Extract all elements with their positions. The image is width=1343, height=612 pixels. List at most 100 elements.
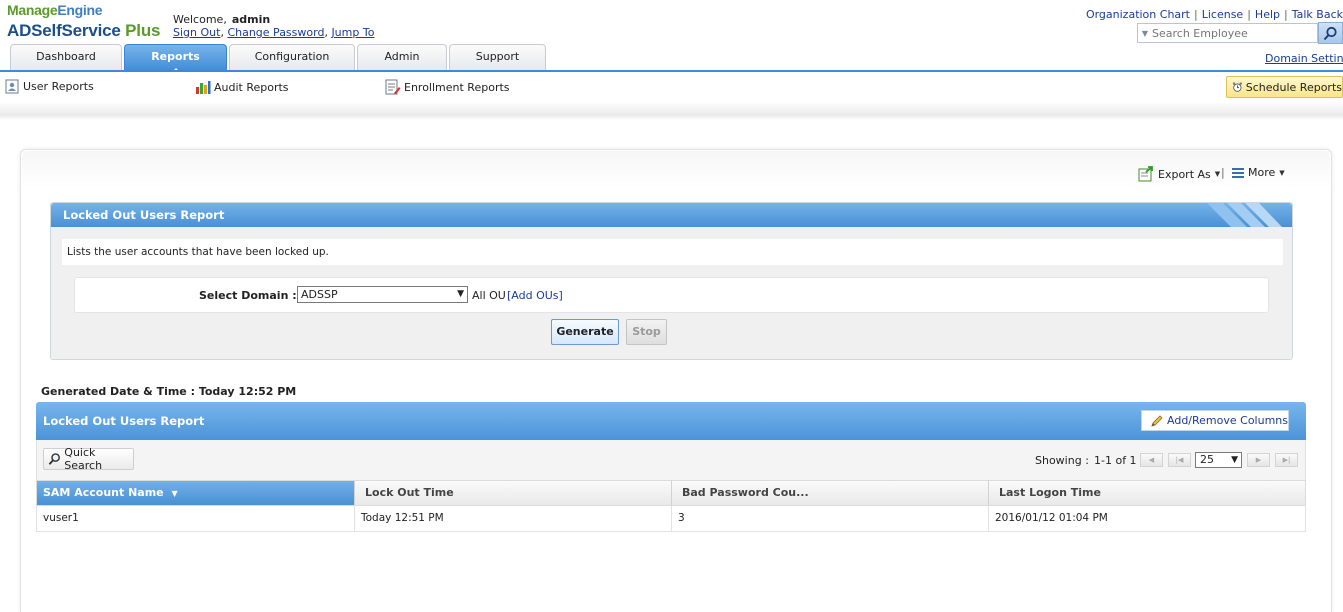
table-row[interactable]: vuser1 Today 12:51 PM 3 2016/01/12 01:04… xyxy=(36,506,1306,532)
column-header-label: SAM Account Name xyxy=(43,486,164,499)
export-as-label: Export As xyxy=(1158,167,1211,181)
schedule-reports-label: Schedule Reports xyxy=(1245,80,1342,94)
more-label: More xyxy=(1248,166,1276,179)
cell-bad-password-count: 3 xyxy=(672,506,989,531)
column-header-sam-account-name[interactable]: SAM Account Name ▼ xyxy=(37,481,355,505)
actions-separator: | xyxy=(1221,166,1225,179)
report-criteria-panel: Locked Out Users Report Lists the user a… xyxy=(50,202,1293,360)
next-page-button[interactable]: ▶ xyxy=(1247,453,1270,467)
cell-sam-account-name: vuser1 xyxy=(37,506,355,531)
top-links: Organization Chart | License | Help | Talk Bac… xyxy=(1085,8,1343,21)
welcome-label: Welcome, xyxy=(173,13,227,26)
license-link[interactable]: License xyxy=(1202,8,1243,21)
prev-icon: ◀ xyxy=(1148,456,1155,464)
stop-button: Stop xyxy=(626,319,667,345)
export-caret-icon: ▼ xyxy=(1214,170,1221,178)
column-header-bad-password-count[interactable]: Bad Password Cou... xyxy=(672,481,989,505)
sign-out-link[interactable]: Sign Out xyxy=(173,26,220,39)
reports-subnav: User Reports Audit Reports Enrollment Re… xyxy=(0,72,1343,114)
magnifier-icon xyxy=(48,453,60,465)
export-icon xyxy=(1138,166,1153,182)
subnav-audit-reports-label: Audit Reports xyxy=(214,80,289,94)
app-header: ManageEngine ADSelfService Plus Welcome,… xyxy=(0,0,1343,73)
subnav-shadow xyxy=(0,114,1343,120)
first-page-button[interactable]: |◀ xyxy=(1168,453,1191,467)
user-report-icon xyxy=(5,79,19,94)
product-logo: ADSelfService Plus xyxy=(7,21,161,40)
subnav-audit-reports[interactable]: Audit Reports xyxy=(195,79,289,95)
dropdown-arrow-icon: ▼ xyxy=(1231,455,1238,465)
select-domain-label: Select Domain : xyxy=(199,289,297,302)
domain-select[interactable]: ADSSP ▼ xyxy=(297,286,468,303)
results-title: Locked Out Users Report xyxy=(43,414,205,428)
manageengine-logo: ManageEngine xyxy=(7,2,103,18)
jump-to-link[interactable]: Jump To xyxy=(331,26,374,39)
rows-per-page-select[interactable]: 25 ▼ xyxy=(1195,452,1242,468)
list-icon xyxy=(1232,167,1244,178)
last-icon: ▶| xyxy=(1282,456,1291,464)
dropdown-arrow-icon: ▼ xyxy=(457,289,464,299)
next-icon: ▶ xyxy=(1255,456,1262,464)
add-ous-link[interactable]: [Add OUs] xyxy=(507,289,563,302)
results-panel: Locked Out Users Report Add/Remove Colum… xyxy=(36,402,1306,532)
tab-support[interactable]: Support xyxy=(449,44,546,71)
report-description: Lists the user accounts that have been l… xyxy=(62,239,1283,265)
tab-configuration[interactable]: Configuration xyxy=(229,44,355,71)
add-remove-columns-label: Add/Remove Columns xyxy=(1167,414,1288,427)
quick-search-label: Quick Search xyxy=(64,446,103,472)
last-page-button[interactable]: ▶| xyxy=(1275,453,1298,467)
results-toolbar: Quick Search Showing : 1-1 of 1 ◀ |◀ 25 … xyxy=(36,440,1306,480)
employee-search-box[interactable]: ▼ xyxy=(1137,23,1318,43)
search-button[interactable] xyxy=(1318,22,1343,44)
employee-search-input[interactable] xyxy=(1152,26,1312,40)
subnav-user-reports[interactable]: User Reports xyxy=(5,79,94,94)
cell-last-logon-time: 2016/01/12 01:04 PM xyxy=(995,512,1108,524)
search-options-icon[interactable]: ▼ xyxy=(1138,29,1152,38)
generated-datetime: Generated Date & Time : Today 12:52 PM xyxy=(41,385,297,398)
subnav-enrollment-reports-label: Enrollment Reports xyxy=(404,80,510,94)
card-topbar xyxy=(22,151,1330,189)
results-header: Locked Out Users Report Add/Remove Colum… xyxy=(36,402,1306,440)
enrollment-report-icon xyxy=(385,79,401,95)
header-stripes-decoration xyxy=(1207,203,1282,227)
add-remove-columns-button[interactable]: Add/Remove Columns xyxy=(1141,410,1289,431)
domain-settings-link[interactable]: Domain Settings xyxy=(1265,52,1343,65)
generate-button[interactable]: Generate xyxy=(551,319,619,345)
tab-admin[interactable]: Admin xyxy=(357,44,447,71)
tab-dashboard[interactable]: Dashboard xyxy=(10,44,122,71)
search-icon xyxy=(1323,26,1337,40)
domain-selection-row: Select Domain : ADSSP ▼ All OU [Add OUs] xyxy=(74,277,1269,313)
ou-scope-text: All OU xyxy=(472,289,506,302)
quick-search-button[interactable]: Quick Search xyxy=(43,446,134,472)
showing-label: Showing : xyxy=(1035,454,1089,467)
organization-chart-link[interactable]: Organization Chart xyxy=(1086,8,1190,21)
tab-reports-label: Reports xyxy=(151,50,200,63)
first-icon: |◀ xyxy=(1175,456,1184,464)
column-header-last-logon-time[interactable]: Last Logon Time xyxy=(989,481,1305,505)
cell-lock-out-time: Today 12:51 PM xyxy=(355,506,672,531)
tab-reports[interactable]: Reports xyxy=(124,44,227,73)
alarm-clock-icon xyxy=(1232,82,1242,92)
help-link[interactable]: Help xyxy=(1255,8,1280,21)
subnav-enrollment-reports[interactable]: Enrollment Reports xyxy=(385,79,510,95)
sort-desc-icon: ▼ xyxy=(171,489,178,498)
welcome-text: Welcome, admin xyxy=(173,13,270,26)
table-header: SAM Account Name ▼ Lock Out Time Bad Pas… xyxy=(36,480,1306,506)
previous-page-button[interactable]: ◀ xyxy=(1140,453,1163,467)
change-password-link[interactable]: Change Password xyxy=(227,26,324,39)
user-name: admin xyxy=(231,13,271,26)
talk-back-link[interactable]: Talk Back xyxy=(1292,8,1343,21)
criteria-title: Locked Out Users Report xyxy=(63,208,225,222)
export-as-menu[interactable]: Export As ▼ xyxy=(1138,166,1220,182)
column-header-lock-out-time[interactable]: Lock Out Time xyxy=(355,481,672,505)
more-menu[interactable]: More ▼ xyxy=(1232,166,1285,179)
criteria-panel-header: Locked Out Users Report xyxy=(51,203,1292,227)
domain-select-value: ADSSP xyxy=(301,288,338,301)
subnav-user-reports-label: User Reports xyxy=(23,80,94,93)
user-links: Sign Out, Change Password, Jump To xyxy=(173,26,375,39)
pencil-icon xyxy=(1151,414,1163,427)
rows-per-page-value: 25 xyxy=(1200,453,1214,466)
bar-chart-icon xyxy=(196,81,211,94)
pagination-range: 1-1 of 1 xyxy=(1094,454,1137,467)
schedule-reports-button[interactable]: Schedule Reports xyxy=(1226,76,1343,98)
